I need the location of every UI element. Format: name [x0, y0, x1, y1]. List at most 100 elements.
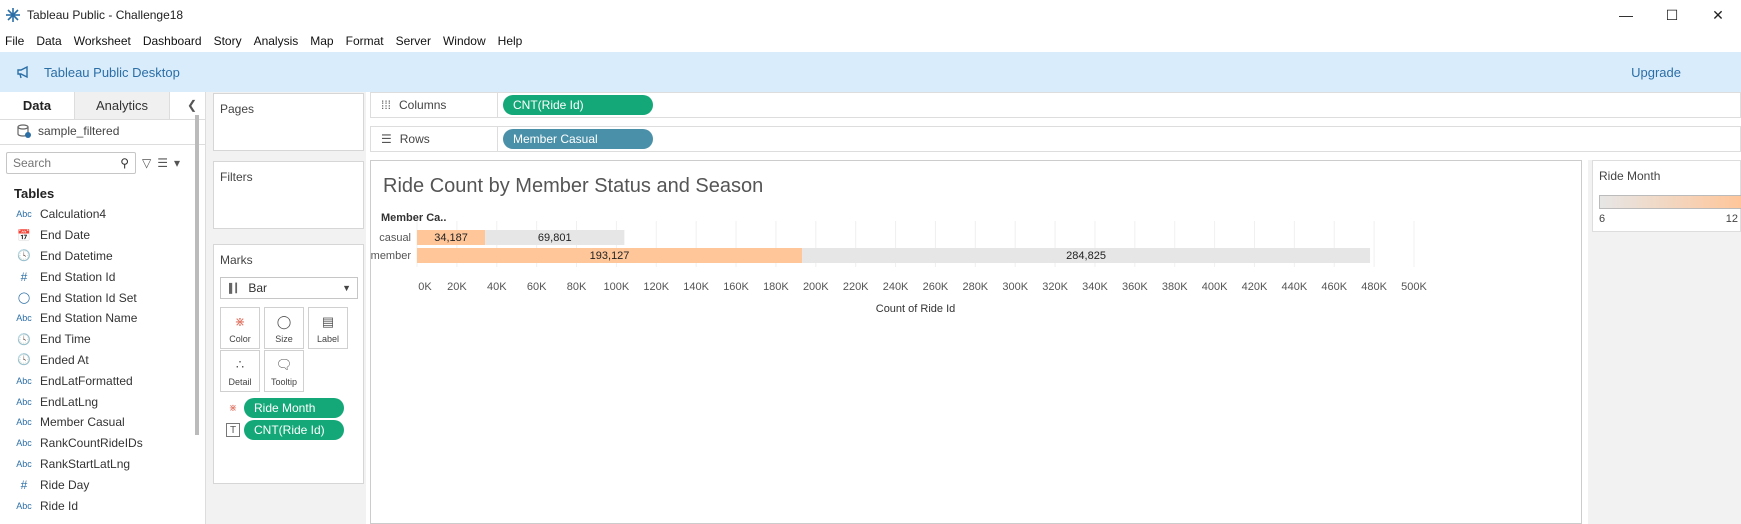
size-button-label: Size [275, 334, 293, 344]
tab-analytics[interactable]: Analytics [74, 92, 170, 119]
chevron-down-icon[interactable]: ▾ [174, 156, 180, 170]
columns-icon: ⁞⁞⁞ [381, 98, 392, 112]
x-tick-label: 380K [1162, 281, 1188, 293]
menu-dashboard[interactable]: Dashboard [137, 34, 208, 48]
ride-month-legend[interactable]: Ride Month 6 12 [1592, 160, 1741, 232]
cnt-ride-id-pill[interactable]: CNT(Ride Id) [503, 95, 653, 115]
field-item[interactable]: 🕓 End Time [0, 329, 205, 350]
filters-card[interactable]: Filters [213, 161, 364, 229]
search-icon[interactable]: ⚲ [120, 156, 129, 170]
menu-window[interactable]: Window [437, 34, 492, 48]
field-name: Ride Day [40, 477, 90, 492]
field-item[interactable]: Abc EndLatLng [0, 391, 205, 412]
close-button[interactable]: ✕ [1695, 0, 1741, 30]
search-row: ⚲ ▽ ☰ ▾ [0, 144, 205, 180]
window-title: Tableau Public - Challenge18 [27, 8, 184, 22]
view-list-icon[interactable]: ☰ [157, 156, 168, 170]
rows-shelf[interactable]: ☰ Rows Member Casual [370, 126, 1741, 152]
field-item[interactable]: Abc RankCountRideIDs [0, 433, 205, 454]
field-item[interactable]: ◯ End Station Id Set [0, 287, 205, 308]
category-label: casual [379, 232, 411, 244]
field-item[interactable]: Abc EndLatFormatted [0, 370, 205, 391]
bar-chart: Member Ca.. casual 34,187 69,801 member 193,1… [371, 212, 1428, 315]
pages-card-title: Pages [220, 102, 255, 116]
ride-month-pill[interactable]: Ride Month [244, 398, 344, 418]
field-type-icon: Abc [16, 313, 32, 324]
field-name: End Date [40, 228, 91, 243]
tab-data[interactable]: Data [0, 92, 74, 119]
pages-card[interactable]: Pages [213, 93, 364, 151]
upgrade-link[interactable]: Upgrade [1631, 65, 1681, 80]
x-tick-label: 340K [1082, 281, 1108, 293]
x-tick-label: 120K [643, 281, 669, 293]
search-box[interactable]: ⚲ [6, 151, 136, 174]
field-list-scrollbar[interactable] [195, 115, 199, 435]
cnt-ride-id-mark-pill[interactable]: CNT(Ride Id) [244, 420, 344, 440]
field-item[interactable]: Abc Ride Id [0, 495, 205, 516]
menu-server[interactable]: Server [390, 34, 437, 48]
legend-min: 6 [1599, 213, 1606, 225]
label-button-label: Label [316, 334, 340, 344]
mark-type-value: Bar [248, 281, 267, 295]
member-casual-pill[interactable]: Member Casual [503, 129, 653, 149]
menu-analysis[interactable]: Analysis [248, 34, 305, 48]
field-item[interactable]: Abc Calculation4 [0, 204, 205, 225]
data-label: 69,801 [538, 232, 572, 244]
field-item[interactable]: Abc RankStartLatLng [0, 454, 205, 475]
search-input[interactable] [13, 155, 113, 170]
data-label: 34,187 [434, 232, 468, 244]
public-banner: Tableau Public Desktop Upgrade [0, 52, 1741, 92]
mark-type-dropdown[interactable]: ▌▎ Bar ▼ [220, 277, 358, 299]
marks-card-title: Marks [220, 253, 253, 267]
field-name: Calculation4 [40, 207, 107, 222]
maximize-button[interactable]: ☐ [1649, 0, 1695, 30]
shelf-divider [497, 93, 498, 117]
x-tick-label: 200K [803, 281, 829, 293]
field-name: EndLatLng [40, 394, 99, 409]
x-tick-label: 80K [567, 281, 587, 293]
detail-button[interactable]: ∴ Detail [220, 350, 260, 392]
x-tick-label: 220K [843, 281, 869, 293]
menu-map[interactable]: Map [304, 34, 339, 48]
x-tick-label: 180K [763, 281, 789, 293]
field-item[interactable]: 🕓 Ended At [0, 350, 205, 371]
tooltip-button[interactable]: 🗨 Tooltip [264, 350, 304, 392]
field-item[interactable]: # Ride Day [0, 474, 205, 495]
menu-file[interactable]: File [0, 34, 30, 48]
legend-panel: Ride Month 6 12 [1588, 160, 1741, 524]
label-button[interactable]: ▤ Label [308, 307, 348, 349]
size-button[interactable]: ◯ Size [264, 307, 304, 349]
filter-icon[interactable]: ▽ [142, 156, 151, 170]
field-item[interactable]: 📅 End Date [0, 225, 205, 246]
detail-button-label: Detail [228, 377, 252, 387]
minimize-button[interactable]: — [1603, 0, 1649, 30]
field-item[interactable]: # End Station Id [0, 266, 205, 287]
field-name: End Station Name [40, 311, 138, 326]
field-item[interactable]: Abc End Station Name [0, 308, 205, 329]
field-item[interactable]: 🕓 End Datetime [0, 246, 205, 267]
x-tick-label: 320K [1042, 281, 1068, 293]
chart-title: Ride Count by Member Status and Season [383, 175, 764, 197]
detail-dots-icon: ∴ [235, 357, 245, 372]
menu-format[interactable]: Format [340, 34, 390, 48]
banner-brand: Tableau Public Desktop [44, 64, 180, 80]
datasource-item[interactable]: sample_filtered [0, 120, 205, 142]
viz-canvas: Ride Count by Member Status and Season M… [370, 160, 1582, 524]
color-button[interactable]: ⋇ Color [220, 307, 260, 349]
field-type-icon: 📅 [17, 229, 31, 242]
field-name: End Station Id [40, 269, 116, 284]
title-bar: Tableau Public - Challenge18 — ☐ ✕ [0, 0, 1741, 30]
x-tick-label: 140K [683, 281, 709, 293]
menu-worksheet[interactable]: Worksheet [68, 34, 137, 48]
menu-story[interactable]: Story [208, 34, 248, 48]
label-encoding-icon: T [226, 423, 240, 437]
columns-shelf[interactable]: ⁞⁞⁞ Columns CNT(Ride Id) [370, 92, 1741, 118]
field-type-icon: 🕓 [17, 354, 31, 367]
color-gradient-bar [1599, 195, 1741, 209]
x-tick-label: 300K [1002, 281, 1028, 293]
category-label: member [371, 250, 412, 262]
collapse-pane-icon[interactable]: ❮ [187, 98, 197, 112]
field-item[interactable]: Abc Member Casual [0, 412, 205, 433]
menu-help[interactable]: Help [492, 34, 529, 48]
menu-data[interactable]: Data [30, 34, 67, 48]
